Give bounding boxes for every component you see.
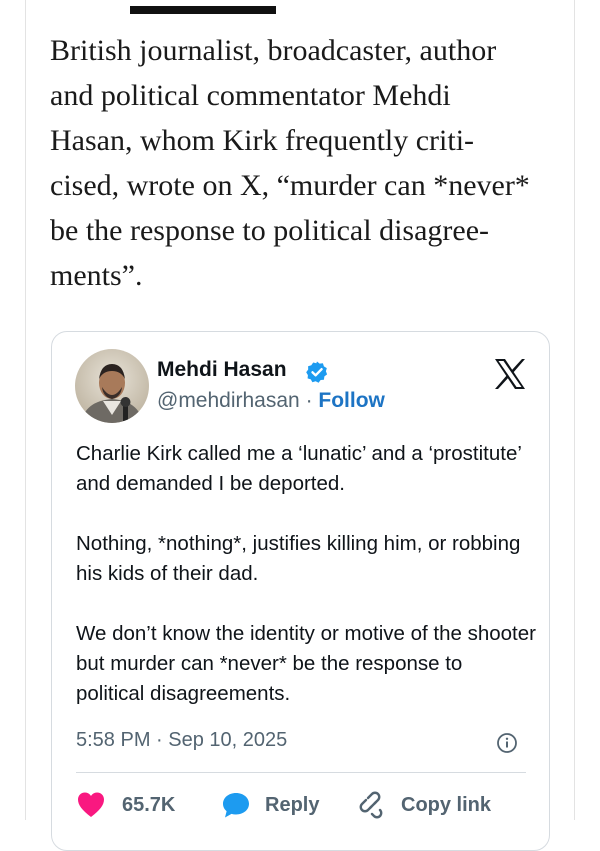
avatar[interactable]: [75, 349, 149, 423]
article-line: Hasan, whom Kirk frequently criti-: [50, 124, 475, 157]
article-line: and political commentator Mehdi: [50, 79, 451, 112]
top-header-bar: [130, 6, 276, 14]
tweet-timestamp[interactable]: 5:58 PM · Sep 10, 2025: [76, 729, 287, 752]
tweet-paragraph: Nothing, *nothing*, justifies killing hi…: [76, 532, 521, 585]
like-button[interactable]: 65.7K: [76, 790, 175, 820]
info-icon[interactable]: [496, 732, 518, 754]
divider: [76, 772, 526, 773]
x-logo-icon[interactable]: [492, 356, 528, 392]
speech-bubble-icon: [223, 793, 249, 818]
reply-label: Reply: [265, 793, 320, 816]
author-handle[interactable]: @mehdirhasan: [157, 389, 300, 412]
verified-badge-icon: [306, 361, 328, 383]
handle-line: @mehdirhasan · Follow: [157, 389, 385, 413]
heart-icon: [78, 792, 104, 817]
article-line: British journalist, broadcaster, author: [50, 34, 497, 67]
copy-link-label: Copy link: [401, 793, 492, 816]
tweet-paragraph: We don’t know the identity or motive of …: [76, 622, 536, 705]
follow-button[interactable]: Follow: [318, 389, 385, 412]
link-icon: [359, 791, 383, 819]
article-line: be the response to political disagree-: [50, 214, 490, 247]
tweet-paragraph: Charlie Kirk called me a ‘lunatic’ and a…: [76, 442, 522, 495]
article-paragraph: British journalist, broadcaster, author …: [50, 28, 560, 298]
article-line: cised, wrote on X, “murder can *never*: [50, 169, 530, 202]
embedded-tweet-card[interactable]: Mehdi Hasan @mehdirhasan · Follow Charli…: [51, 331, 550, 851]
author-name[interactable]: Mehdi Hasan: [157, 358, 287, 382]
reply-button[interactable]: Reply: [221, 790, 319, 820]
article-line: ments”.: [50, 259, 143, 292]
copy-link-button[interactable]: Copy link: [359, 790, 491, 820]
like-count: 65.7K: [122, 793, 176, 816]
tweet-body: Charlie Kirk called me a ‘lunatic’ and a…: [76, 439, 536, 739]
separator-dot: ·: [299, 389, 319, 412]
tweet-actions: 65.7K Reply Copy link: [76, 790, 536, 820]
